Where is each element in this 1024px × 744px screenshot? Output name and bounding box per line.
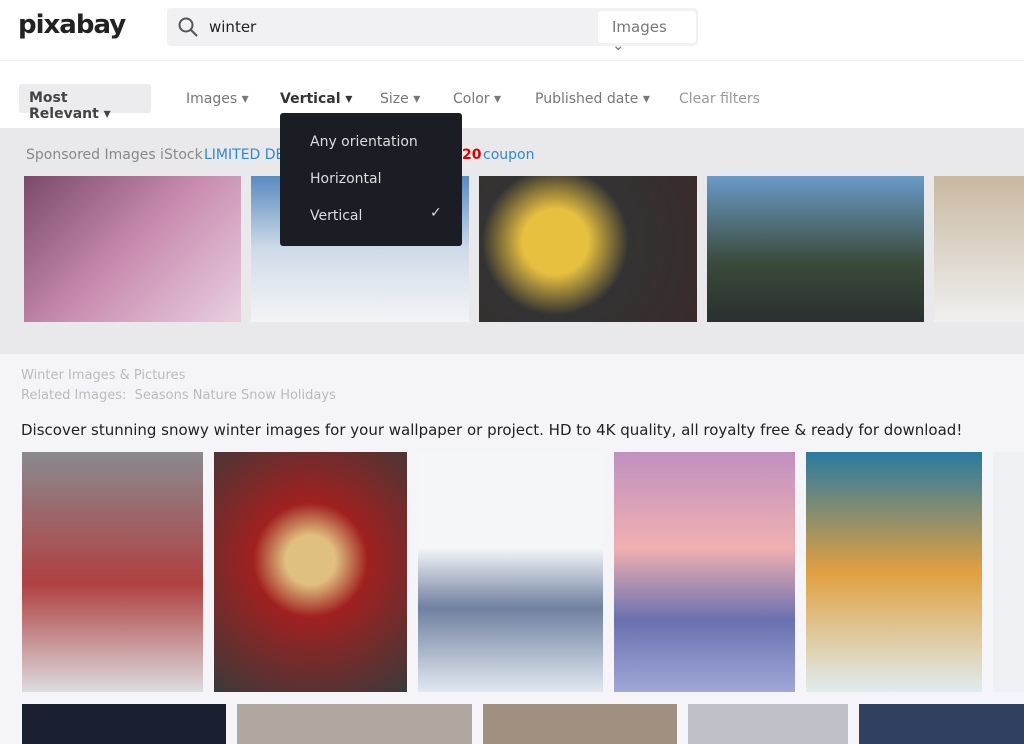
search-icon[interactable] <box>177 16 199 38</box>
sponsored-section: Sponsored Images iStock LIMITED DE 20 co… <box>0 128 1024 354</box>
sponsored-image[interactable] <box>707 176 924 322</box>
sponsored-image[interactable] <box>24 176 241 322</box>
image-result[interactable] <box>22 452 203 692</box>
section-description: Discover stunning snowy winter images fo… <box>21 421 963 439</box>
sponsored-image[interactable] <box>934 176 1024 322</box>
search-bar[interactable]: winter Images ⌄ <box>167 8 698 54</box>
pixabay-logo[interactable]: pixabay <box>18 10 126 40</box>
promo-link[interactable]: LIMITED DE <box>204 147 284 163</box>
search-input[interactable]: winter <box>209 18 256 36</box>
related-images: Related Images: Seasons Nature Snow Holi… <box>21 388 336 403</box>
filter-color[interactable]: Color ▾ <box>453 91 501 107</box>
image-result[interactable] <box>806 452 982 692</box>
menu-item-vertical[interactable]: Vertical <box>310 208 362 224</box>
related-holidays[interactable]: Holidays <box>280 388 336 403</box>
image-result[interactable] <box>237 704 472 744</box>
menu-item-horizontal[interactable]: Horizontal <box>310 171 381 187</box>
promo-code: 20 <box>462 147 482 163</box>
image-result[interactable] <box>614 452 795 692</box>
related-nature[interactable]: Nature <box>193 388 237 403</box>
related-snow[interactable]: Snow <box>241 388 276 403</box>
related-seasons[interactable]: Seasons <box>135 388 189 403</box>
image-result[interactable] <box>483 704 677 744</box>
search-type-select[interactable]: Images ⌄ <box>598 11 696 54</box>
promo-coupon-link[interactable]: coupon <box>483 147 534 163</box>
search-type-label: Images <box>612 18 667 36</box>
image-result[interactable] <box>993 452 1024 692</box>
menu-item-any-orientation[interactable]: Any orientation <box>310 134 418 150</box>
clear-filters-link[interactable]: Clear filters <box>679 91 760 107</box>
section-title: Winter Images & Pictures <box>21 368 186 383</box>
filter-bar: Most Relevant ▾ Images ▾ Vertical ▾ Size… <box>0 60 1024 128</box>
sort-dropdown[interactable]: Most Relevant ▾ <box>19 84 151 122</box>
sponsored-image[interactable] <box>479 176 697 322</box>
image-result[interactable] <box>22 704 226 744</box>
chevron-down-icon: ⌄ <box>612 36 625 54</box>
header: pixabay winter Images ⌄ <box>0 0 1024 60</box>
filter-published-date[interactable]: Published date ▾ <box>535 91 650 107</box>
orientation-menu: Any orientation Horizontal Vertical ✓ <box>280 113 462 246</box>
filter-orientation[interactable]: Vertical ▾ <box>280 91 352 107</box>
image-result[interactable] <box>859 704 1024 744</box>
related-label: Related Images: <box>21 388 127 403</box>
check-icon: ✓ <box>430 205 442 221</box>
image-result[interactable] <box>214 452 407 692</box>
filter-type[interactable]: Images ▾ <box>186 91 249 107</box>
sponsored-label: Sponsored Images iStock <box>26 147 203 163</box>
filter-size[interactable]: Size ▾ <box>380 91 420 107</box>
image-result[interactable] <box>418 452 603 692</box>
image-result[interactable] <box>688 704 848 744</box>
